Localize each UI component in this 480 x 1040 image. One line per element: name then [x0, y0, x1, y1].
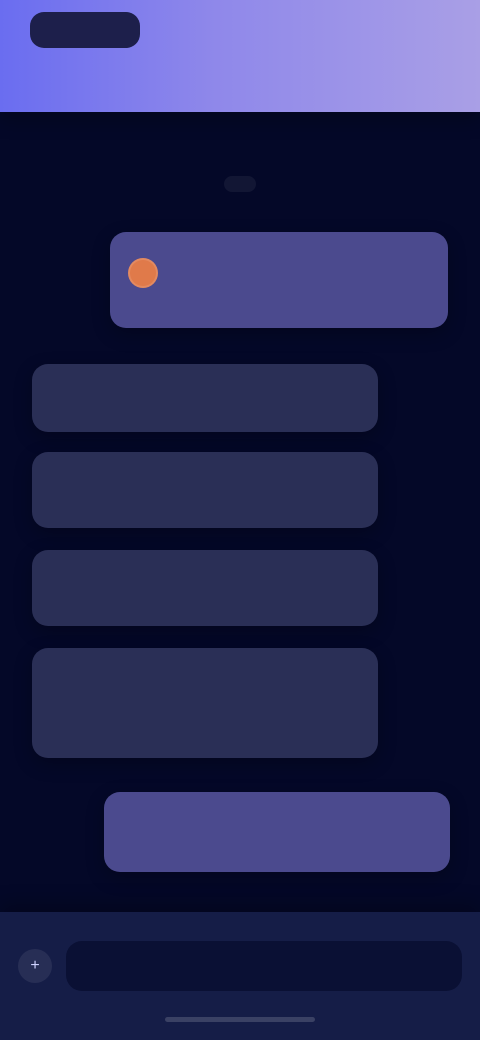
date-divider — [224, 176, 256, 192]
message-bubble-outgoing[interactable] — [110, 232, 448, 328]
app-header — [0, 0, 480, 112]
home-indicator — [165, 1017, 315, 1022]
message-bubble-incoming[interactable] — [32, 452, 378, 528]
message-composer: + — [18, 934, 462, 998]
message-bubble-incoming[interactable] — [32, 550, 378, 626]
message-bubble-outgoing[interactable] — [104, 792, 450, 872]
app-logo — [30, 12, 140, 48]
message-input[interactable] — [80, 957, 448, 975]
chat-screen: + — [0, 0, 480, 1040]
composer-bar: + — [0, 912, 480, 1040]
plus-icon[interactable]: + — [18, 949, 52, 983]
message-bubble-incoming[interactable] — [32, 364, 378, 432]
message-bubble-incoming[interactable] — [32, 648, 378, 758]
message-input-container[interactable] — [66, 941, 462, 991]
message-footer — [128, 258, 430, 288]
message-list[interactable] — [0, 112, 480, 912]
avatar — [128, 258, 158, 288]
